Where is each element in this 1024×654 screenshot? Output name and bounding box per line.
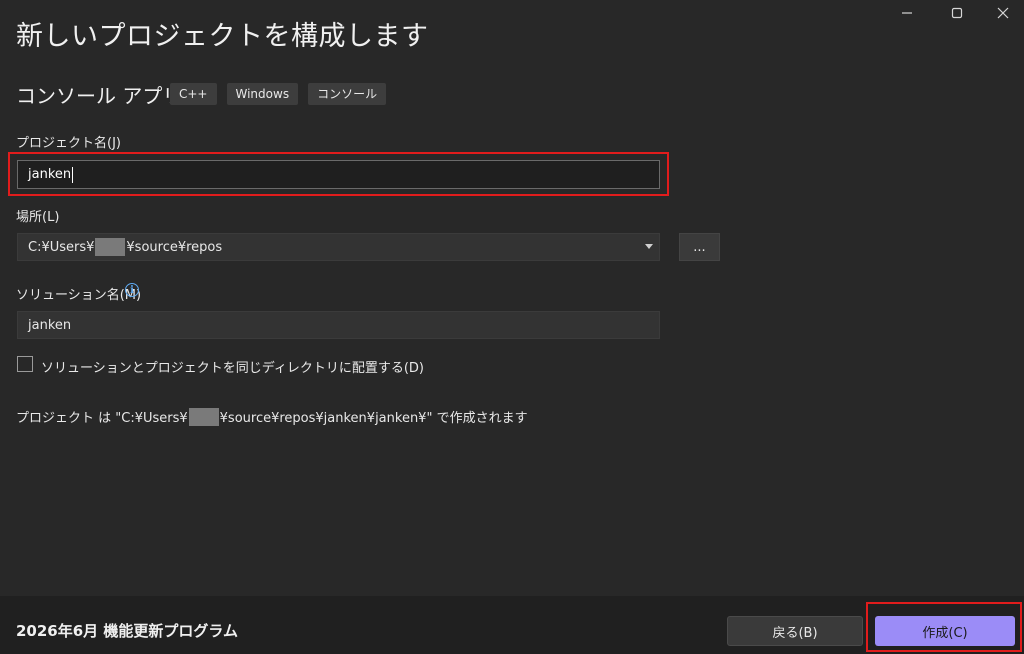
redacted-username bbox=[95, 238, 126, 256]
minimize-button[interactable] bbox=[884, 0, 930, 26]
maximize-button[interactable] bbox=[934, 0, 980, 26]
tag-windows: Windows bbox=[226, 83, 299, 105]
close-button[interactable] bbox=[980, 0, 1024, 26]
text-caret bbox=[72, 166, 74, 183]
maximize-icon bbox=[951, 7, 963, 19]
minimize-icon bbox=[902, 12, 912, 14]
tag-console: コンソール bbox=[308, 83, 387, 105]
location-value-prefix: C:¥Users¥ bbox=[28, 239, 95, 255]
browse-button[interactable]: ... bbox=[679, 233, 720, 261]
redacted-username bbox=[188, 407, 219, 426]
project-name-input[interactable]: janken bbox=[17, 160, 660, 189]
dropdown-arrow-icon bbox=[645, 244, 653, 249]
close-icon bbox=[997, 7, 1009, 19]
solution-name-input[interactable]: janken bbox=[17, 311, 660, 339]
back-button[interactable]: 戻る(B) bbox=[727, 616, 863, 646]
template-tags: C++ Windows コンソール bbox=[170, 83, 387, 105]
path-note-prefix: プロジェクト は "C:¥Users¥ bbox=[16, 411, 188, 426]
version-text: 2026年6月 機能更新プログラム bbox=[16, 622, 238, 640]
same-directory-label[interactable]: ソリューションとプロジェクトを同じディレクトリに配置する(D) bbox=[41, 357, 424, 376]
project-name-label: プロジェクト名(J) bbox=[16, 136, 121, 151]
page-title: 新しいプロジェクトを構成します bbox=[16, 21, 429, 52]
path-note-suffix: ¥source¥repos¥janken¥janken¥" で作成されます bbox=[219, 411, 528, 426]
solution-name-label: ソリューション名(M) bbox=[16, 288, 142, 303]
info-icon[interactable]: i bbox=[125, 283, 139, 297]
location-dropdown[interactable]: C:¥Users¥ ¥source¥repos bbox=[17, 233, 660, 261]
same-directory-checkbox[interactable] bbox=[17, 356, 33, 372]
location-label: 場所(L) bbox=[16, 210, 60, 225]
location-value-suffix: ¥source¥repos bbox=[126, 239, 223, 255]
solution-name-value: janken bbox=[28, 317, 72, 333]
create-button[interactable]: 作成(C) bbox=[875, 616, 1015, 646]
tag-cpp: C++ bbox=[170, 83, 217, 105]
template-name: コンソール アプリ bbox=[16, 84, 183, 108]
project-name-value: janken bbox=[28, 167, 72, 182]
project-path-note: プロジェクト は "C:¥Users¥ ¥source¥repos¥janken¥… bbox=[16, 407, 528, 426]
